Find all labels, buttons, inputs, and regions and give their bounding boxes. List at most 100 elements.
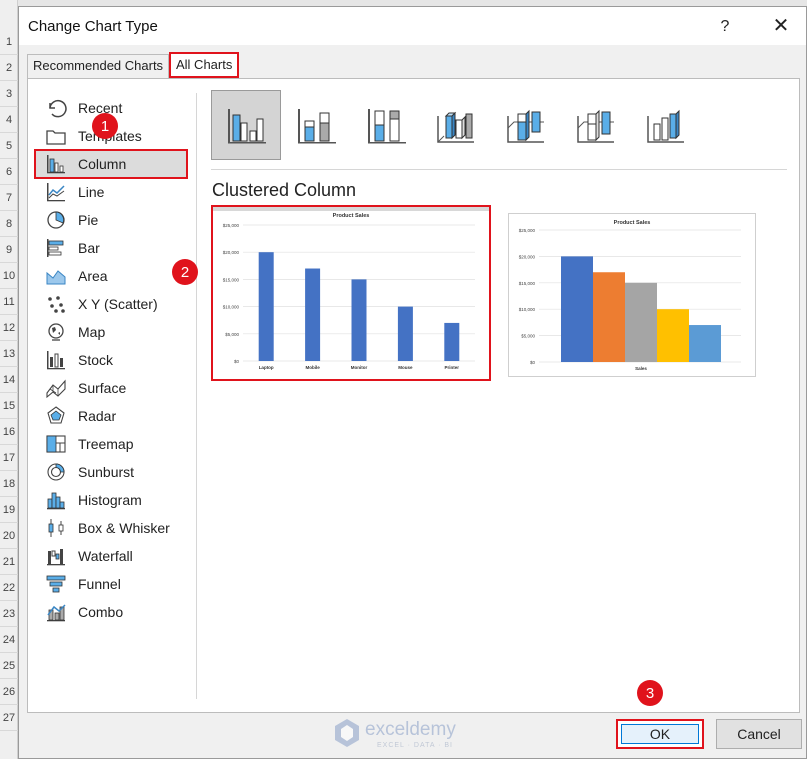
subtype-100-stacked-column[interactable] xyxy=(351,90,421,160)
y-tick-label: $20,000 xyxy=(223,250,240,255)
y-tick-label: $25,000 xyxy=(223,223,240,228)
sidebar-item-box-whisker[interactable]: Box & Whisker xyxy=(36,515,186,541)
row-number: 9 xyxy=(0,237,18,263)
chart-preview-clustered[interactable]: Product Sales $0 $5,000 $10,000 $15,000 $20,0… xyxy=(211,205,491,381)
row-number: 23 xyxy=(0,601,18,627)
y-tick-label: $5,000 xyxy=(521,334,535,339)
line-chart-icon xyxy=(44,181,68,203)
clustered-column-icon xyxy=(228,109,266,144)
y-tick-label: $10,000 xyxy=(223,305,240,310)
subtype-3d-stacked-column[interactable] xyxy=(491,90,561,160)
sidebar-item-sunburst[interactable]: Sunburst xyxy=(36,459,186,485)
histogram-chart-icon xyxy=(44,489,68,511)
3d-stacked-column-icon xyxy=(507,109,544,143)
sidebar-item-map[interactable]: Map xyxy=(36,319,186,345)
sidebar-item-label: Line xyxy=(78,184,105,200)
x-tick-label: Mouse xyxy=(398,365,413,370)
y-tick-label: $10,000 xyxy=(519,307,536,312)
sidebar-item-funnel[interactable]: Funnel xyxy=(36,571,186,597)
ok-button-label: OK xyxy=(621,724,699,744)
watermark-name: exceldemy xyxy=(365,719,456,740)
sidebar-item-label: Treemap xyxy=(78,436,134,452)
pie-chart-icon xyxy=(44,209,68,231)
sidebar-item-radar[interactable]: Radar xyxy=(36,403,186,429)
scatter-chart-icon xyxy=(44,293,68,315)
chart-bar xyxy=(561,256,593,362)
chart-panel: RecentTemplatesColumnLinePieBarAreaX Y (… xyxy=(27,78,800,713)
cancel-button[interactable]: Cancel xyxy=(716,719,802,749)
x-tick-label: Sales xyxy=(635,366,647,371)
tab-all-charts[interactable]: All Charts xyxy=(169,52,240,78)
y-tick-label: $0 xyxy=(530,360,536,365)
row-number: 11 xyxy=(0,289,18,315)
close-button[interactable]: ✕ xyxy=(769,15,793,39)
exceldemy-logo-icon: exceldemy EXCEL · DATA · BI xyxy=(335,719,456,749)
sidebar-item-x-y-scatter[interactable]: X Y (Scatter) xyxy=(36,291,186,317)
surface-chart-icon xyxy=(44,377,68,399)
subtype-3d-clustered-column[interactable] xyxy=(421,90,491,160)
sidebar-item-stock[interactable]: Stock xyxy=(36,347,186,373)
sidebar-item-column[interactable]: Column xyxy=(34,149,188,179)
sidebar-item-label: Sunburst xyxy=(78,464,135,480)
3d-percent-stacked-column-icon xyxy=(577,109,614,143)
step-badge-3: 3 xyxy=(637,680,663,706)
row-number: 19 xyxy=(0,497,18,523)
sidebar-item-pie[interactable]: Pie xyxy=(36,207,186,233)
help-button[interactable]: ? xyxy=(713,15,737,39)
subtype-clustered-column[interactable] xyxy=(211,90,281,160)
sidebar-item-histogram[interactable]: Histogram xyxy=(36,487,186,513)
sidebar-item-label: Bar xyxy=(78,240,100,256)
ok-button[interactable]: OK xyxy=(616,719,704,749)
row-number: 24 xyxy=(0,627,18,653)
title-bar: Change Chart Type ? ✕ xyxy=(19,7,806,45)
dialog-title: Change Chart Type xyxy=(28,18,158,35)
sidebar-item-area[interactable]: Area xyxy=(36,263,186,289)
combo-chart-icon xyxy=(44,601,68,623)
x-tick-label: Laptop xyxy=(259,365,274,370)
3d-clustered-column-icon xyxy=(437,111,474,143)
preview-header-strip xyxy=(213,207,489,211)
chart-title: Product Sales xyxy=(333,213,370,219)
chart-preview-series[interactable]: Product Sales $0 $5,000 $10,000 $15,000 $20,0… xyxy=(508,213,756,377)
sidebar-item-surface[interactable]: Surface xyxy=(36,375,186,401)
sidebar-item-label: Area xyxy=(78,268,108,284)
chart-bar xyxy=(444,322,460,361)
row-number: 7 xyxy=(0,185,18,211)
row-number: 4 xyxy=(0,107,18,133)
stacked-column-icon xyxy=(298,109,336,144)
sidebar-item-waterfall[interactable]: Waterfall xyxy=(36,543,186,569)
row-number: 26 xyxy=(0,679,18,705)
chart-bar xyxy=(657,309,689,362)
sidebar-item-label: Column xyxy=(78,156,127,172)
subtype-3d-100-stacked-column[interactable] xyxy=(561,90,631,160)
chart-bar xyxy=(689,325,721,362)
sidebar-item-line[interactable]: Line xyxy=(36,179,186,205)
sidebar-item-treemap[interactable]: Treemap xyxy=(36,431,186,457)
chart-title: Product Sales xyxy=(614,220,651,226)
sunburst-chart-icon xyxy=(44,461,68,483)
step-badge-2: 2 xyxy=(172,259,198,285)
row-header-strip: 1 2 3 4 5 6 7 8 9 10 11 12 13 14 15 16 17 18 19 20 21 22 23 24 2… xyxy=(0,0,18,759)
sidebar-item-label: X Y (Scatter) xyxy=(78,296,158,312)
y-tick-label: $20,000 xyxy=(519,254,536,259)
chart-category-list: RecentTemplatesColumnLinePieBarAreaX Y (… xyxy=(28,79,196,712)
row-number: 21 xyxy=(0,549,18,575)
chart-bar xyxy=(258,252,274,361)
sidebar-item-combo[interactable]: Combo xyxy=(36,599,186,625)
sidebar-item-label: Waterfall xyxy=(78,548,133,564)
row-number: 15 xyxy=(0,393,18,419)
recent-icon xyxy=(44,97,68,119)
row-number: 10 xyxy=(0,263,18,289)
row-number: 22 xyxy=(0,575,18,601)
chart-bar xyxy=(305,268,321,361)
change-chart-type-dialog: Change Chart Type ? ✕ Recommended Charts… xyxy=(18,6,807,759)
chart-bar xyxy=(593,272,625,362)
y-tick-label: $15,000 xyxy=(223,277,240,282)
subtype-3d-column[interactable] xyxy=(631,90,701,160)
templates-icon xyxy=(44,125,68,147)
row-number: 6 xyxy=(0,159,18,185)
subtype-stacked-column[interactable] xyxy=(281,90,351,160)
tab-recommended-charts[interactable]: Recommended Charts xyxy=(27,54,170,78)
row-number: 13 xyxy=(0,341,18,367)
sidebar-item-bar[interactable]: Bar xyxy=(36,235,186,261)
